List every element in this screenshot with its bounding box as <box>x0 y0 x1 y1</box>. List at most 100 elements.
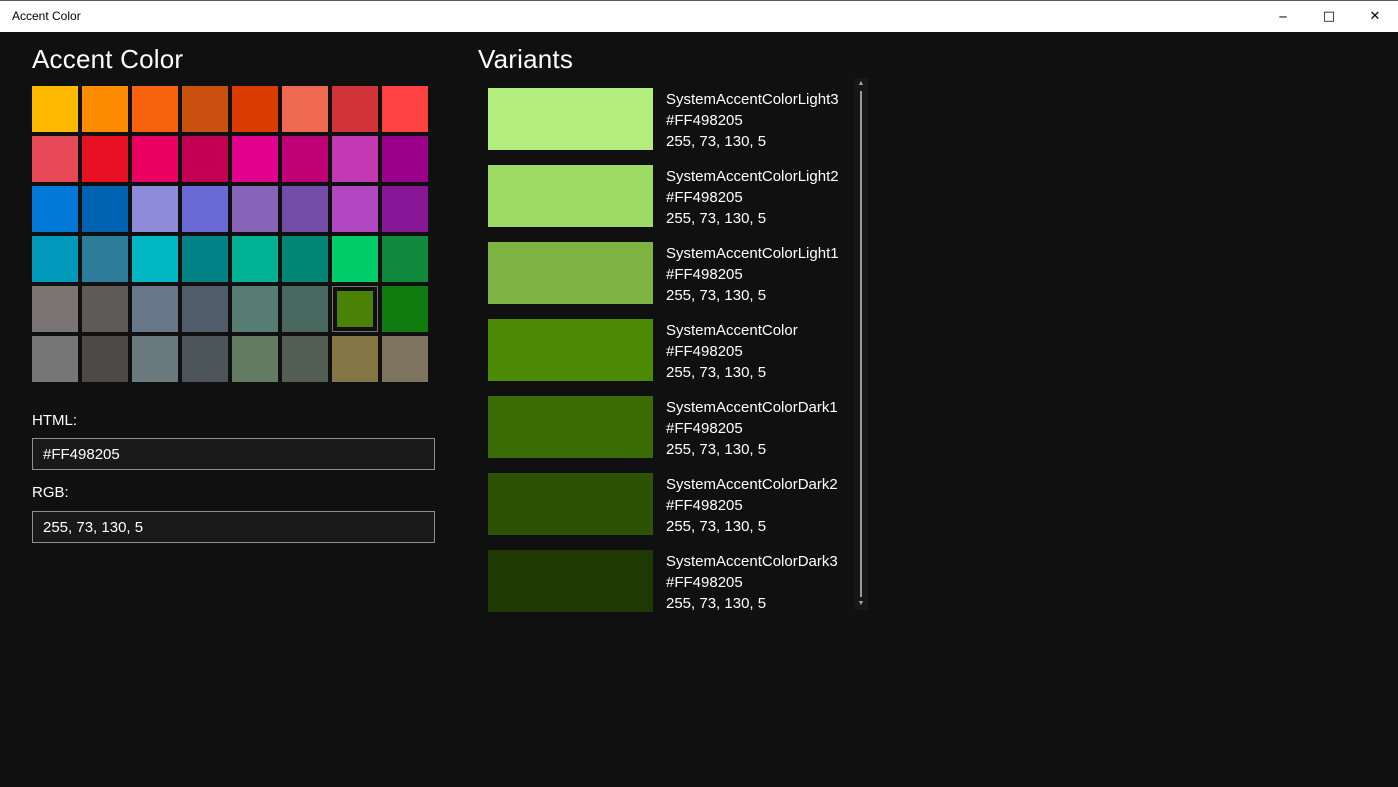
variant-rgb: 255, 73, 130, 5 <box>666 518 767 535</box>
scrollbar-up-icon[interactable]: ▲ <box>854 78 868 90</box>
variant-rgb: 255, 73, 130, 5 <box>666 287 767 304</box>
variant-hex: #FF498205 <box>666 189 743 206</box>
variant-item[interactable]: SystemAccentColorLight1 #FF498205 255, 7… <box>488 242 848 306</box>
palette-swatch[interactable] <box>282 336 328 382</box>
variant-name: SystemAccentColorLight2 <box>666 168 839 185</box>
variant-text: SystemAccentColorLight3 #FF498205 255, 7… <box>666 88 839 152</box>
palette-swatch[interactable] <box>332 236 378 282</box>
palette-swatch[interactable] <box>132 186 178 232</box>
palette-swatch[interactable] <box>282 186 328 232</box>
scrollbar-thumb[interactable] <box>860 91 862 597</box>
palette-swatch[interactable] <box>232 336 278 382</box>
palette-swatch[interactable] <box>232 286 278 332</box>
variant-hex: #FF498205 <box>666 112 743 129</box>
palette-swatch[interactable] <box>82 286 128 332</box>
palette-swatch[interactable] <box>382 286 428 332</box>
variant-item[interactable]: SystemAccentColorLight2 #FF498205 255, 7… <box>488 165 848 229</box>
app-window: Accent Color ─ □ ✕ Accent Color HTML: #F… <box>0 0 1398 787</box>
variant-item[interactable]: SystemAccentColorDark1 #FF498205 255, 73… <box>488 396 848 460</box>
palette-swatch[interactable] <box>132 136 178 182</box>
variant-name: SystemAccentColorDark3 <box>666 553 838 570</box>
palette-swatch[interactable] <box>182 286 228 332</box>
palette-swatch[interactable] <box>332 336 378 382</box>
window-controls: ─ □ ✕ <box>1260 1 1398 32</box>
palette-swatch[interactable] <box>82 336 128 382</box>
variant-hex: #FF498205 <box>666 420 743 437</box>
variants-scrollbar[interactable]: ▲ ▼ <box>854 78 868 610</box>
variant-hex: #FF498205 <box>666 266 743 283</box>
palette-swatch[interactable] <box>182 86 228 132</box>
variant-rgb: 255, 73, 130, 5 <box>666 595 767 612</box>
variant-hex: #FF498205 <box>666 343 743 360</box>
palette-swatch[interactable] <box>382 236 428 282</box>
close-icon: ✕ <box>1369 9 1381 24</box>
palette-swatch[interactable] <box>132 286 178 332</box>
variant-item[interactable]: SystemAccentColorDark3 #FF498205 255, 73… <box>488 550 848 614</box>
palette-swatch[interactable] <box>282 236 328 282</box>
palette-swatch[interactable] <box>182 186 228 232</box>
palette-swatch[interactable] <box>382 336 428 382</box>
variants-heading: Variants <box>478 44 574 74</box>
variant-text: SystemAccentColorDark2 #FF498205 255, 73… <box>666 473 838 537</box>
palette-swatch[interactable] <box>32 86 78 132</box>
palette-swatch[interactable] <box>332 286 378 332</box>
maximize-icon: □ <box>1322 9 1336 24</box>
variant-rgb: 255, 73, 130, 5 <box>666 364 767 381</box>
palette-swatch[interactable] <box>32 286 78 332</box>
variant-rgb: 255, 73, 130, 5 <box>666 210 767 227</box>
palette-swatch[interactable] <box>382 136 428 182</box>
palette-swatch[interactable] <box>332 186 378 232</box>
variant-color-swatch <box>488 550 653 612</box>
palette-swatch[interactable] <box>232 236 278 282</box>
palette-swatch[interactable] <box>182 136 228 182</box>
rgb-input[interactable] <box>32 511 435 543</box>
variant-color-swatch <box>488 242 653 304</box>
palette-swatch[interactable] <box>282 86 328 132</box>
palette-swatch[interactable] <box>32 136 78 182</box>
variant-hex: #FF498205 <box>666 497 743 514</box>
variant-name: SystemAccentColorLight1 <box>666 245 839 262</box>
palette-swatch[interactable] <box>332 86 378 132</box>
rgb-label: RGB: <box>32 484 69 501</box>
variant-item[interactable]: SystemAccentColorDark2 #FF498205 255, 73… <box>488 473 848 537</box>
palette-swatch[interactable] <box>132 86 178 132</box>
maximize-button[interactable]: □ <box>1306 1 1352 32</box>
close-button[interactable]: ✕ <box>1352 1 1398 32</box>
palette-swatch[interactable] <box>282 286 328 332</box>
variant-hex: #FF498205 <box>666 574 743 591</box>
html-input[interactable] <box>32 438 435 470</box>
palette-grid <box>32 86 428 382</box>
variant-color-swatch <box>488 319 653 381</box>
palette-swatch[interactable] <box>32 236 78 282</box>
palette-swatch[interactable] <box>82 186 128 232</box>
palette-swatch[interactable] <box>82 136 128 182</box>
palette-swatch[interactable] <box>382 186 428 232</box>
variant-name: SystemAccentColorDark1 <box>666 399 838 416</box>
palette-swatch[interactable] <box>182 336 228 382</box>
variant-name: SystemAccentColorDark2 <box>666 476 838 493</box>
variant-text: SystemAccentColorLight1 #FF498205 255, 7… <box>666 242 839 306</box>
palette-swatch[interactable] <box>132 236 178 282</box>
palette-swatch[interactable] <box>232 186 278 232</box>
variant-color-swatch <box>488 88 653 150</box>
variant-item[interactable]: SystemAccentColorLight3 #FF498205 255, 7… <box>488 88 848 152</box>
variant-rgb: 255, 73, 130, 5 <box>666 441 767 458</box>
scrollbar-down-icon[interactable]: ▼ <box>854 598 868 610</box>
palette-swatch[interactable] <box>82 86 128 132</box>
palette-swatch[interactable] <box>32 186 78 232</box>
variant-item[interactable]: SystemAccentColor #FF498205 255, 73, 130… <box>488 319 848 383</box>
palette-swatch[interactable] <box>32 336 78 382</box>
palette-swatch[interactable] <box>382 86 428 132</box>
palette-swatch[interactable] <box>182 236 228 282</box>
variant-color-swatch <box>488 396 653 458</box>
palette-swatch[interactable] <box>282 136 328 182</box>
variant-text: SystemAccentColorLight2 #FF498205 255, 7… <box>666 165 839 229</box>
minimize-button[interactable]: ─ <box>1260 1 1306 32</box>
palette-swatch[interactable] <box>132 336 178 382</box>
palette-swatch[interactable] <box>232 136 278 182</box>
palette-swatch[interactable] <box>332 136 378 182</box>
variants-list: SystemAccentColorLight3 #FF498205 255, 7… <box>488 88 848 627</box>
palette-swatch[interactable] <box>82 236 128 282</box>
variant-color-swatch <box>488 165 653 227</box>
palette-swatch[interactable] <box>232 86 278 132</box>
